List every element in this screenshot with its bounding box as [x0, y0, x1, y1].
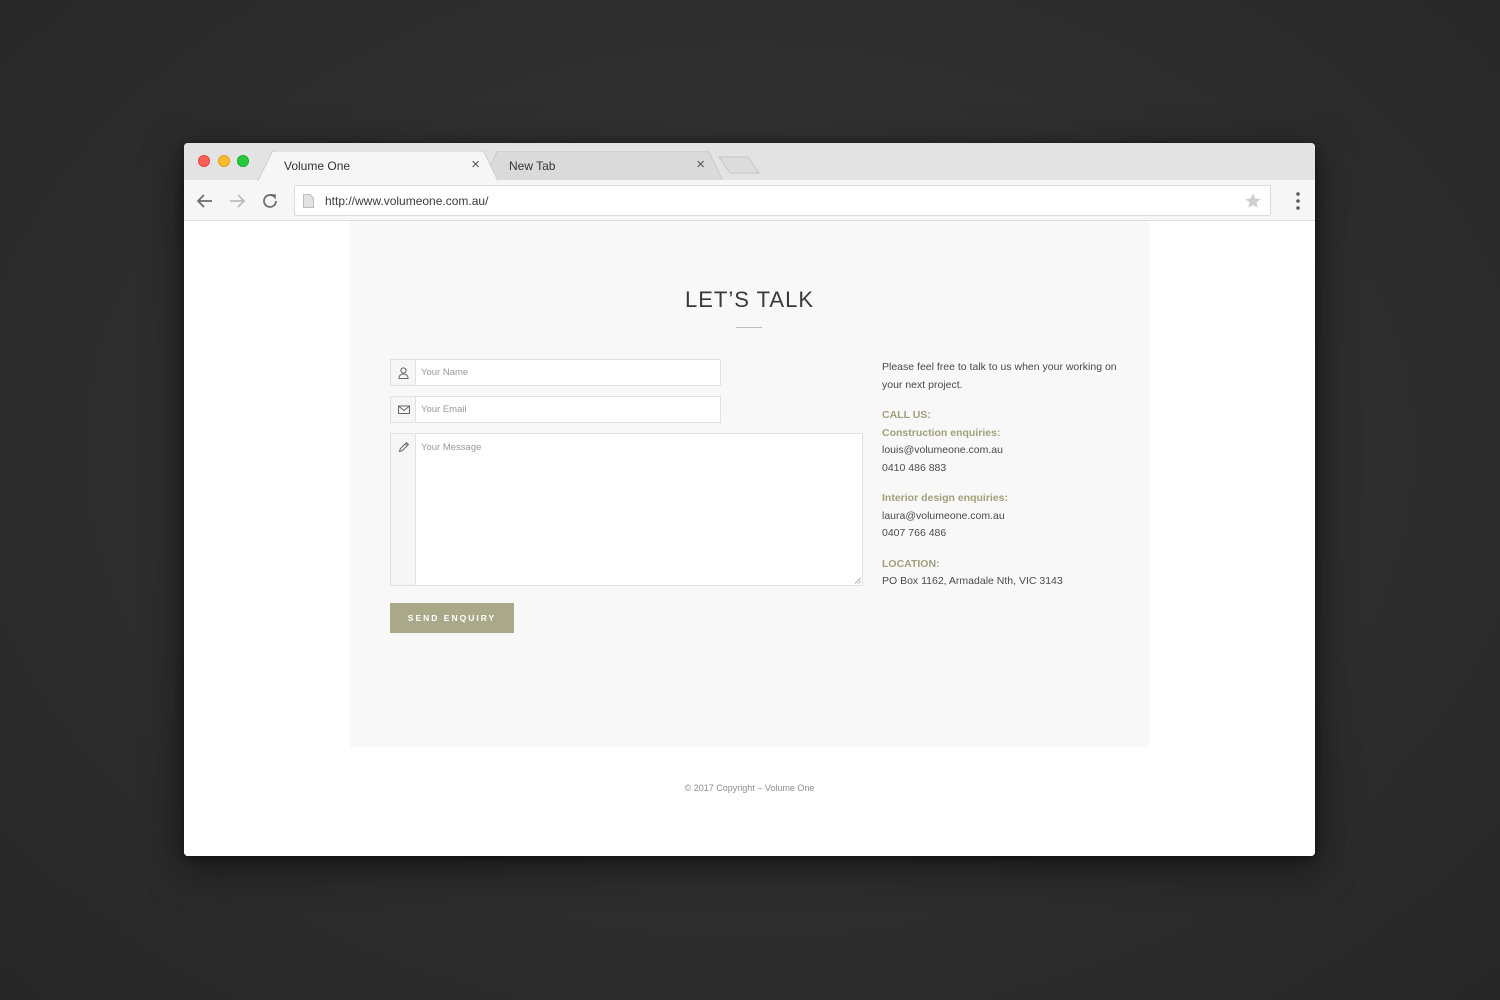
construction-heading: Construction enquiries:	[882, 426, 1001, 439]
url-text: http://www.volumeone.com.au/	[325, 194, 489, 208]
tab-strip: Volume One × New Tab ×	[184, 143, 1315, 181]
tab-volume-one[interactable]: Volume One ×	[258, 151, 498, 181]
tab-new-tab[interactable]: New Tab ×	[483, 151, 723, 181]
kebab-menu-icon[interactable]	[1295, 191, 1301, 211]
email-field-icon-cell	[391, 397, 416, 422]
page-viewport: LET’S TALK Your Name Your Email Your Mes…	[184, 221, 1315, 856]
new-tab-button[interactable]	[718, 156, 760, 174]
close-tab-icon[interactable]: ×	[471, 156, 480, 174]
page-title: LET’S TALK	[684, 287, 814, 312]
title-divider	[736, 327, 762, 328]
close-window-button[interactable]	[198, 155, 210, 167]
tab-label: Volume One	[284, 159, 351, 173]
address-bar[interactable]: http://www.volumeone.com.au/	[294, 185, 1271, 216]
maximize-window-button[interactable]	[237, 155, 249, 167]
user-icon	[398, 367, 409, 379]
pencil-icon	[398, 441, 410, 453]
name-input[interactable]	[417, 360, 718, 385]
resize-grip-icon[interactable]	[854, 577, 861, 584]
message-field[interactable]	[390, 433, 863, 586]
construction-email-link[interactable]: louis@volumeone.com.au	[882, 442, 1122, 460]
contact-intro: Please feel free to talk to us when your…	[882, 361, 1117, 391]
message-field-icon-cell	[391, 434, 416, 585]
star-icon[interactable]	[1244, 192, 1262, 210]
name-field[interactable]	[390, 359, 721, 386]
browser-window: Volume One × New Tab × http://www.volume…	[184, 143, 1315, 856]
email-input[interactable]	[417, 397, 718, 422]
call-us-heading: CALL US:	[882, 409, 931, 421]
interior-phone[interactable]: 0407 766 486	[882, 525, 1122, 543]
envelope-icon	[398, 405, 410, 414]
name-field-icon-cell	[391, 360, 416, 385]
interior-heading: Interior design enquiries:	[882, 492, 1009, 504]
construction-phone[interactable]: 0410 486 883	[882, 460, 1122, 478]
browser-toolbar: http://www.volumeone.com.au/	[184, 180, 1315, 221]
location-address: PO Box 1162, Armadale Nth, VIC 3143	[882, 575, 1063, 587]
email-field[interactable]	[390, 396, 721, 423]
arrow-right-icon[interactable]	[226, 190, 248, 212]
minimize-window-button[interactable]	[218, 155, 230, 167]
interior-email-link[interactable]: laura@volumeone.com.au	[882, 508, 1122, 526]
message-textarea[interactable]	[417, 440, 860, 583]
close-tab-icon[interactable]: ×	[696, 156, 705, 174]
reload-icon[interactable]	[259, 190, 281, 212]
send-enquiry-button[interactable]: SEND ENQUIRY	[390, 603, 514, 633]
footer-copyright: © 2017 Copyright – Volume One	[684, 783, 815, 793]
tab-label: New Tab	[509, 159, 556, 173]
contact-panel: LET’S TALK Your Name Your Email Your Mes…	[350, 221, 1149, 747]
contact-info: Please feel free to talk to us when your…	[882, 359, 1122, 591]
arrow-left-icon[interactable]	[194, 190, 216, 212]
location-heading: LOCATION:	[882, 557, 940, 570]
page-icon	[303, 194, 314, 208]
